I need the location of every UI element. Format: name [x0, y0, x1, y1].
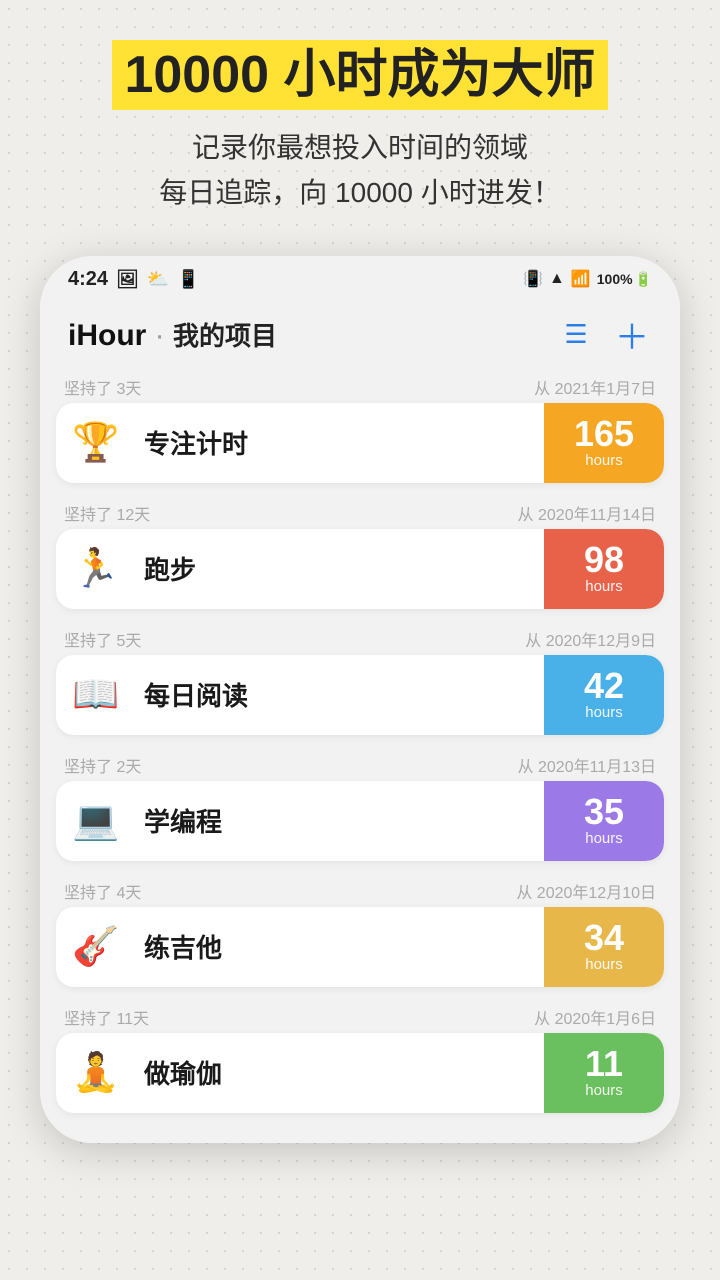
project-name-2: 每日阅读 [136, 676, 544, 713]
status-weather-icon: ⛅ [147, 269, 169, 290]
project-hours-4: 34hours [544, 907, 664, 987]
title-separator: · [146, 319, 173, 352]
header-actions: ☰ ＋ [556, 315, 652, 355]
hours-number-4: 34 [584, 920, 624, 956]
hours-number-3: 35 [584, 794, 624, 830]
project-card-3[interactable]: 💻学编程35hours [56, 781, 664, 861]
project-card-4[interactable]: 🎸练吉他34hours [56, 907, 664, 987]
project-emoji-1: 🏃 [56, 529, 136, 609]
status-image-icon: 🖼 [116, 269, 139, 290]
app-subtitle: 我的项目 [173, 321, 277, 351]
project-since-5: 从 2020年1月6日 [534, 1005, 656, 1029]
project-since-2: 从 2020年12月9日 [525, 627, 656, 651]
project-group-5: 坚持了 11天从 2020年1月6日🧘做瑜伽11hours [56, 997, 664, 1113]
project-hours-3: 35hours [544, 781, 664, 861]
hours-number-5: 11 [585, 1046, 623, 1082]
project-meta-4: 坚持了 4天 从 2020年12月10日 [56, 871, 664, 907]
vibrate-icon: 📳 [523, 269, 543, 289]
add-project-button[interactable]: ＋ [612, 315, 652, 355]
hero-sub2: 每日追踪，向 10000 小时进发！ [159, 177, 560, 208]
project-streak-2: 坚持了 5天 [64, 627, 141, 651]
project-meta-0: 坚持了 3天 从 2021年1月7日 [56, 367, 664, 403]
project-name-1: 跑步 [136, 550, 544, 587]
project-meta-2: 坚持了 5天 从 2020年12月9日 [56, 619, 664, 655]
project-emoji-3: 💻 [56, 781, 136, 861]
project-streak-1: 坚持了 12天 [64, 501, 150, 525]
hours-number-1: 98 [584, 542, 624, 578]
hours-number-2: 42 [584, 668, 624, 704]
project-emoji-5: 🧘 [56, 1033, 136, 1113]
status-bar: 4:24 🖼 ⛅ 📱 📳 ▲ 📶 100% 🔋 [40, 256, 680, 299]
project-name-0: 专注计时 [136, 424, 544, 461]
app-title-area: iHour · 我的项目 [68, 316, 277, 353]
hero-section: 10000 小时成为大师 记录你最想投入时间的领域 每日追踪，向 10000 小… [0, 0, 720, 236]
app-header: iHour · 我的项目 ☰ ＋ [40, 299, 680, 367]
project-meta-3: 坚持了 2天 从 2020年11月13日 [56, 745, 664, 781]
list-view-button[interactable]: ☰ [556, 315, 596, 355]
project-group-1: 坚持了 12天从 2020年11月14日🏃跑步98hours [56, 493, 664, 609]
project-streak-5: 坚持了 11天 [64, 1005, 149, 1029]
hours-label-4: hours [585, 956, 623, 973]
battery-percentage: 100% [597, 271, 633, 287]
hero-subtitle: 记录你最想投入时间的领域 每日追踪，向 10000 小时进发！ [30, 126, 690, 216]
status-phone-icon: 📱 [177, 269, 199, 290]
project-name-5: 做瑜伽 [136, 1054, 544, 1091]
battery-icon: 🔋 [635, 271, 652, 288]
project-meta-1: 坚持了 12天 从 2020年11月14日 [56, 493, 664, 529]
hours-number-0: 165 [574, 416, 634, 452]
project-since-3: 从 2020年11月13日 [518, 753, 656, 777]
project-emoji-2: 📖 [56, 655, 136, 735]
status-left: 4:24 🖼 ⛅ 📱 [68, 268, 200, 291]
project-hours-5: 11hours [544, 1033, 664, 1113]
hours-label-0: hours [585, 452, 623, 469]
project-streak-0: 坚持了 3天 [64, 375, 141, 399]
project-since-4: 从 2020年12月10日 [516, 879, 656, 903]
status-right: 📳 ▲ 📶 100% 🔋 [523, 269, 652, 289]
list-icon: ☰ [564, 319, 587, 350]
project-since-0: 从 2021年1月7日 [534, 375, 656, 399]
app-content: iHour · 我的项目 ☰ ＋ 坚持了 3天从 2021年1月7日🏆专注计时1… [40, 299, 680, 1143]
signal-icon: 📶 [571, 269, 591, 289]
hero-title: 10000 小时成为大师 [112, 40, 607, 110]
project-group-4: 坚持了 4天从 2020年12月10日🎸练吉他34hours [56, 871, 664, 987]
project-streak-4: 坚持了 4天 [64, 879, 141, 903]
status-time: 4:24 [68, 268, 108, 291]
project-list: 坚持了 3天从 2021年1月7日🏆专注计时165hours坚持了 12天从 2… [40, 367, 680, 1123]
project-emoji-4: 🎸 [56, 907, 136, 987]
app-name: iHour [68, 319, 146, 352]
hours-label-5: hours [585, 1082, 623, 1099]
project-group-2: 坚持了 5天从 2020年12月9日📖每日阅读42hours [56, 619, 664, 735]
project-meta-5: 坚持了 11天 从 2020年1月6日 [56, 997, 664, 1033]
hours-label-3: hours [585, 830, 623, 847]
project-name-3: 学编程 [136, 802, 544, 839]
add-icon: ＋ [615, 310, 649, 359]
project-group-0: 坚持了 3天从 2021年1月7日🏆专注计时165hours [56, 367, 664, 483]
project-card-5[interactable]: 🧘做瑜伽11hours [56, 1033, 664, 1113]
project-hours-0: 165hours [544, 403, 664, 483]
project-hours-2: 42hours [544, 655, 664, 735]
project-streak-3: 坚持了 2天 [64, 753, 141, 777]
project-group-3: 坚持了 2天从 2020年11月13日💻学编程35hours [56, 745, 664, 861]
app-title: iHour · 我的项目 [68, 319, 277, 352]
project-name-4: 练吉他 [136, 928, 544, 965]
project-emoji-0: 🏆 [56, 403, 136, 483]
wifi-icon: ▲ [549, 270, 565, 288]
project-card-2[interactable]: 📖每日阅读42hours [56, 655, 664, 735]
hero-sub1: 记录你最想投入时间的领域 [192, 132, 528, 163]
phone-frame: 4:24 🖼 ⛅ 📱 📳 ▲ 📶 100% 🔋 iHour · 我的项目 [40, 256, 680, 1143]
project-since-1: 从 2020年11月14日 [518, 501, 656, 525]
hours-label-1: hours [585, 578, 623, 595]
hours-label-2: hours [585, 704, 623, 721]
project-card-0[interactable]: 🏆专注计时165hours [56, 403, 664, 483]
project-card-1[interactable]: 🏃跑步98hours [56, 529, 664, 609]
battery-indicator: 100% 🔋 [597, 271, 652, 288]
project-hours-1: 98hours [544, 529, 664, 609]
